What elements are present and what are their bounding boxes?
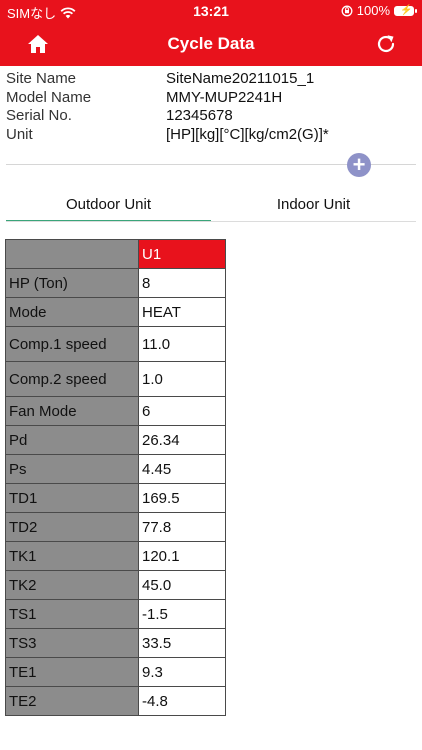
row-label: Comp.2 speed <box>5 361 139 397</box>
table-row: Comp.1 speed 11.0 <box>5 326 226 362</box>
site-info: Site Name SiteName20211015_1 Model Name … <box>6 70 329 144</box>
row-value: 77.8 <box>138 512 226 542</box>
table-row: TS3 33.5 <box>5 628 226 658</box>
row-value: 9.3 <box>138 657 226 687</box>
cycle-data-table: U1 HP (Ton) 8 Mode HEAT Comp.1 speed 11.0 C… <box>5 239 226 716</box>
model-name-value: MMY-MUP2241H <box>166 88 283 106</box>
table-row: TK1 120.1 <box>5 541 226 571</box>
unit-tabs: Outdoor Unit Indoor Unit <box>6 196 416 222</box>
table-header-row: U1 <box>5 239 226 269</box>
serial-no-row: Serial No. 12345678 <box>6 107 329 126</box>
header-blank-cell <box>5 239 139 269</box>
row-label: Comp.1 speed <box>5 326 139 362</box>
serial-no-value: 12345678 <box>166 107 233 124</box>
unit-value: [HP][kg][°C][kg/cm2(G)]* <box>166 125 329 143</box>
status-right: 100% ⚡ <box>341 3 417 18</box>
nav-bar: Cycle Data <box>0 22 422 66</box>
table-row: HP (Ton) 8 <box>5 268 226 298</box>
row-label: Fan Mode <box>5 396 139 426</box>
row-value: 169.5 <box>138 483 226 513</box>
refresh-icon[interactable] <box>374 32 398 56</box>
row-value: 4.45 <box>138 454 226 484</box>
unit-label: Unit <box>6 125 33 143</box>
row-label: TD2 <box>5 512 139 542</box>
row-label: TS3 <box>5 628 139 658</box>
battery-percent: 100% <box>356 3 390 18</box>
table-row: TD1 169.5 <box>5 483 226 513</box>
tabs-divider <box>6 221 416 222</box>
model-name-label: Model Name <box>6 88 92 106</box>
page-title: Cycle Data <box>167 34 255 53</box>
row-value: 26.34 <box>138 425 226 455</box>
tab-outdoor-unit[interactable]: Outdoor Unit <box>6 196 211 222</box>
table-row: Comp.2 speed 1.0 <box>5 361 226 397</box>
row-value: 45.0 <box>138 570 226 600</box>
table-row: Ps 4.45 <box>5 454 226 484</box>
model-name-row: Model Name MMY-MUP2241H <box>6 89 329 108</box>
table-row: Mode HEAT <box>5 297 226 327</box>
row-value: HEAT <box>138 297 226 327</box>
row-label: TE1 <box>5 657 139 687</box>
table-row: TE2 -4.8 <box>5 686 226 716</box>
row-label: TK2 <box>5 570 139 600</box>
table-row: Fan Mode 6 <box>5 396 226 426</box>
row-value: -1.5 <box>138 599 226 629</box>
table-row: Pd 26.34 <box>5 425 226 455</box>
tab-indoor-unit[interactable]: Indoor Unit <box>211 196 416 222</box>
row-label: Mode <box>5 297 139 327</box>
row-value: 33.5 <box>138 628 226 658</box>
orientation-lock-icon <box>341 5 353 16</box>
battery-icon: ⚡ <box>394 5 417 16</box>
table-row: TD2 77.8 <box>5 512 226 542</box>
site-name-label: Site Name <box>6 70 77 87</box>
row-label: Pd <box>5 425 139 455</box>
add-button[interactable]: + <box>347 153 371 177</box>
row-label: TE2 <box>5 686 139 716</box>
row-label: TK1 <box>5 541 139 571</box>
row-value: 8 <box>138 268 226 298</box>
table-row: TE1 9.3 <box>5 657 226 687</box>
row-label: Ps <box>5 454 139 484</box>
row-label: TD1 <box>5 483 139 513</box>
row-value: 120.1 <box>138 541 226 571</box>
row-label: HP (Ton) <box>5 268 139 298</box>
table-row: TS1 -1.5 <box>5 599 226 629</box>
row-value: 6 <box>138 396 226 426</box>
row-value: 11.0 <box>138 326 226 362</box>
status-bar: SIMなし 13:21 100% ⚡ <box>0 0 422 22</box>
row-label: TS1 <box>5 599 139 629</box>
site-name-row: Site Name SiteName20211015_1 <box>6 70 329 89</box>
unit-header-cell: U1 <box>138 239 226 269</box>
serial-no-label: Serial No. <box>6 107 72 124</box>
row-value: 1.0 <box>138 361 226 397</box>
table-row: TK2 45.0 <box>5 570 226 600</box>
unit-row: Unit [HP][kg][°C][kg/cm2(G)]* <box>6 126 329 145</box>
site-name-value: SiteName20211015_1 <box>166 70 315 87</box>
row-value: -4.8 <box>138 686 226 716</box>
